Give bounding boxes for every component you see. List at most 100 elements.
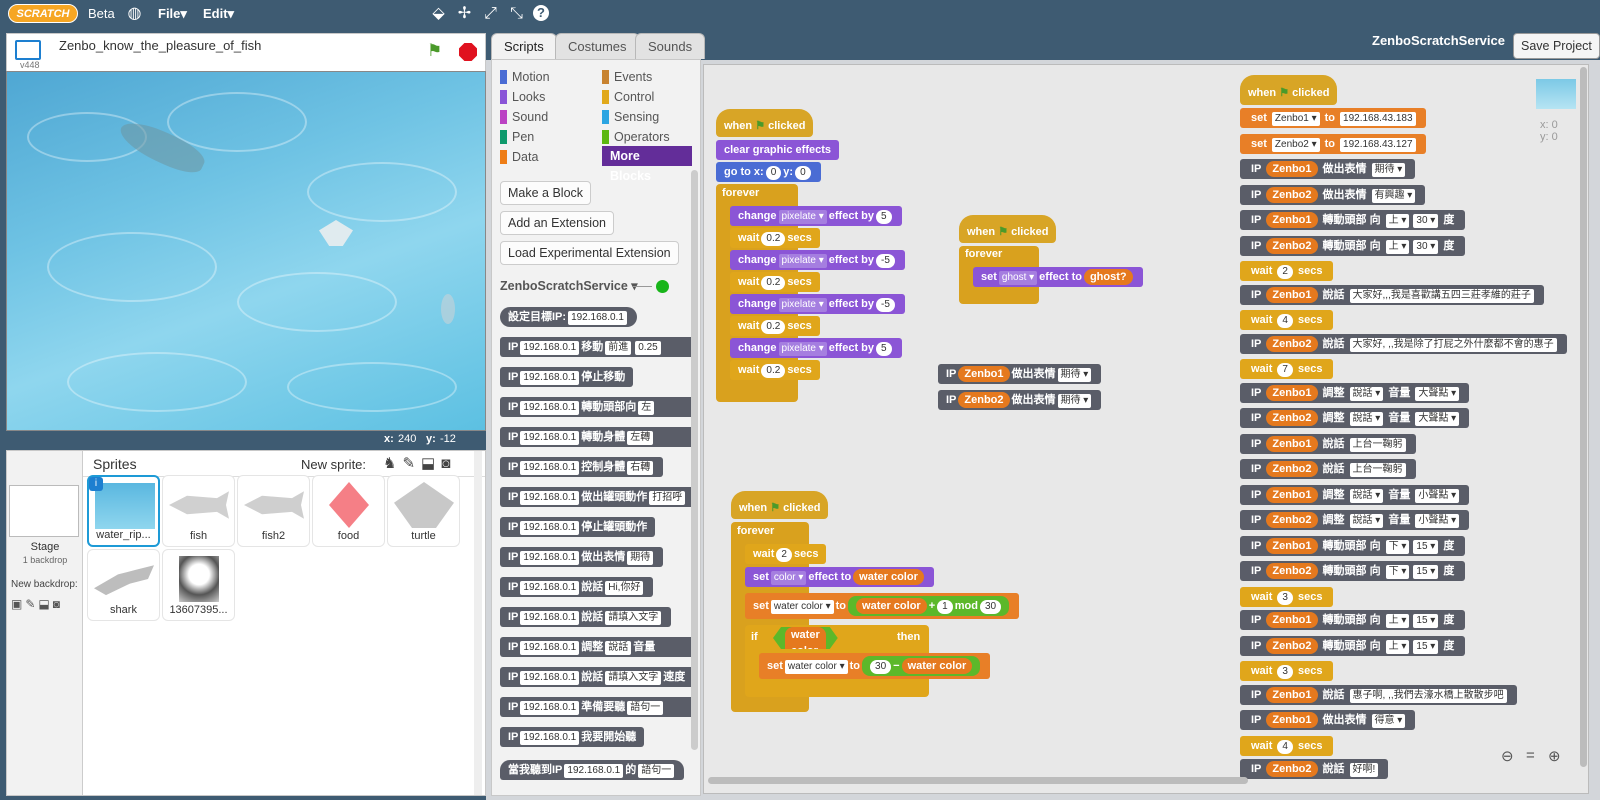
sprite-fish[interactable]: fish [162,475,235,547]
turtle-sprite[interactable] [319,220,353,246]
zenbo-command-block[interactable]: IP Zenbo2 轉動頭部 向下 ▾ 15 ▾ 度 [1240,561,1466,581]
category-motion[interactable]: Motion [500,68,550,86]
sprite-food[interactable]: food [312,475,385,547]
wait-block[interactable]: wait 0.2 secs [730,360,820,380]
set-ghost-effect-block[interactable]: set ghost ▾ effect to ghost? [973,267,1143,287]
turn-head-block[interactable]: IP 192.168.0.1 轉動頭部向左 [500,397,694,417]
green-flag-icon[interactable]: ⚑ [427,42,445,60]
sprite-water-ripple[interactable]: i water_rip... [87,475,160,547]
zenbo-command-block[interactable]: IP Zenbo1 說話 上台一鞠躬 [1240,433,1416,454]
wait-block[interactable]: wait 3 secs [1240,661,1334,681]
save-project-button[interactable]: Save Project [1513,33,1600,59]
set-variable-block[interactable]: set Zenbo1 ▾ to 192.168.43.183 [1240,108,1426,128]
zenbo-command-block[interactable]: IP Zenbo1 轉動頭部 向下 ▾ 15 ▾ 度 [1240,535,1466,556]
zenbo-command-block[interactable]: IP Zenbo2 轉動頭部 向上 ▾ 15 ▾ 度 [1240,635,1466,656]
expression-block[interactable]: IP 192.168.0.1 做出表情 期待 [500,547,664,567]
stage-thumbnail[interactable] [9,485,79,537]
prepare-listen-block[interactable]: IP 192.168.0.1 準備要聽 語句一 [500,697,694,717]
wait-block[interactable]: wait 3 secs [1240,586,1334,607]
wait-block[interactable]: wait 2 secs [745,544,827,564]
category-sensing[interactable]: Sensing [602,108,659,126]
zenbo-command-block[interactable]: IP Zenbo2 轉動頭部 向上 ▾ 30 ▾ 度 [1240,235,1466,256]
delete-icon[interactable]: ✢ [455,4,474,23]
category-looks[interactable]: Looks [500,88,545,106]
move-block[interactable]: IP 192.168.0.1 移動 前進 0.25 [500,337,694,357]
edit-menu[interactable]: Edit▾ [203,0,234,27]
clear-effects-block[interactable]: clear graphic effects [716,140,839,160]
zenbo-command-block[interactable]: IP Zenbo1 轉動頭部 向上 ▾ 15 ▾ 度 [1240,610,1466,630]
script-area[interactable]: when ⚑ clicked clear graphic effects go … [703,64,1589,794]
globe-icon[interactable]: ◍ [125,4,144,23]
wait-block[interactable]: wait 0.2 secs [730,228,820,248]
expression-zenbo1-block[interactable]: IP Zenbo1 做出表情 期待 ▾ [938,364,1102,384]
speak-block[interactable]: IP 192.168.0.1 說話 Hi,你好 [500,577,654,597]
set-target-ip-block[interactable]: 設定目標IP: 192.168.0.1 [500,307,637,327]
set-water-color-block[interactable]: set water color ▾ to water color +1 mod 30 [745,593,1020,619]
stop-icon[interactable] [459,43,477,61]
change-pixelate-block[interactable]: change pixelate ▾ effect by 5 [730,206,902,226]
zenbo-command-block[interactable]: IP Zenbo1 調整 說話 ▾ 音量 大聲點 ▾ [1240,382,1470,403]
set-water-color-block[interactable]: set water color ▾ to 30− water color [759,653,991,679]
scratch-logo[interactable]: SCRATCH [8,4,78,23]
when-flag-clicked-hat[interactable]: when ⚑ clicked [1240,75,1338,105]
sprite-photo[interactable]: 13607395... [162,549,235,621]
control-body-block[interactable]: IP 192.168.0.1 控制身體 右轉 [500,457,664,477]
speak-speed-block[interactable]: IP 192.168.0.1 說話 請填入文字 速度 [500,667,694,687]
stop-move-block[interactable]: IP 192.168.0.1 停止移動 [500,367,634,387]
sprites-scrollbar[interactable] [474,451,482,795]
zenbo-command-block[interactable]: IP Zenbo1 轉動頭部 向上 ▾ 30 ▾ 度 [1240,210,1466,230]
load-experimental-button[interactable]: Load Experimental Extension [500,241,679,265]
zenbo-command-block[interactable]: IP Zenbo2 做出表情 有興趣 ▾ [1240,184,1426,205]
grow-icon[interactable]: ⤢ [481,4,500,23]
project-title[interactable]: Zenbo_know_the_pleasure_of_fish [59,38,261,53]
set-color-effect-block[interactable]: set color ▾ effect to water color [745,567,934,587]
zenbo-command-block[interactable]: IP Zenbo1 說話 大家好,,,我是喜歡講五四三莊孝維的莊子 [1240,284,1544,305]
script-vscrollbar[interactable] [1580,67,1587,767]
set-variable-block[interactable]: set Zenbo2 ▾ to 192.168.43.127 [1240,133,1426,154]
script-hscrollbar[interactable] [708,777,1248,784]
help-icon[interactable]: ? [533,5,549,21]
wait-block[interactable]: wait 7 secs [1240,359,1334,379]
fish-sprite[interactable] [441,294,455,324]
tab-costumes[interactable]: Costumes [555,33,640,59]
turn-body-block[interactable]: IP 192.168.0.1 轉動身體 左轉 [500,427,694,447]
sprite-fish2[interactable]: fish2 [237,475,310,547]
category-events[interactable]: Events [602,68,652,86]
canned-action-block[interactable]: IP 192.168.0.1 做出罐頭動作 打招呼 [500,487,694,507]
zoom-reset-icon[interactable]: = [1526,747,1535,764]
category-pen[interactable]: Pen [500,128,534,146]
go-to-xy-block[interactable]: go to x: 0 y: 0 [716,162,821,182]
when-flag-clicked-hat[interactable]: when ⚑ clicked [731,491,829,519]
extension-name[interactable]: ZenboScratchService ▾ [500,278,638,293]
tab-sounds[interactable]: Sounds [635,33,706,59]
file-menu[interactable]: File▾ [158,0,187,27]
wait-block[interactable]: wait 0.2 secs [730,272,820,292]
change-pixelate-block[interactable]: change pixelate ▾ effect by -5 [730,250,905,270]
change-pixelate-block[interactable]: change pixelate ▾ effect by -5 [730,294,905,314]
start-listen-block[interactable]: IP 192.168.0.1 我要開始聽 [500,727,645,747]
zenbo-command-block[interactable]: IP Zenbo1 調整 說話 ▾ 音量 小聲點 ▾ [1240,484,1470,505]
fullscreen-icon[interactable] [15,40,41,60]
greater-than-block[interactable]: water color>14 [773,627,838,649]
change-pixelate-block[interactable]: change pixelate ▾ effect by 5 [730,338,902,358]
zoom-in-icon[interactable]: ⊕ [1548,747,1561,765]
shrink-icon[interactable]: ⤡ [507,4,526,23]
stage-canvas[interactable] [6,71,486,431]
zoom-out-icon[interactable]: ⊖ [1501,747,1514,765]
category-data[interactable]: Data [500,148,538,166]
stop-canned-action-block[interactable]: IP 192.168.0.1 停止罐頭動作 [500,517,656,537]
make-a-block-button[interactable]: Make a Block [500,181,592,205]
wait-block[interactable]: wait 2 secs [1240,261,1334,281]
zenbo-command-block[interactable]: IP Zenbo2 說話 好啊! [1240,759,1389,779]
zenbo-command-block[interactable]: IP Zenbo2 說話 上台一鞠躬 [1240,459,1416,479]
sprite-turtle[interactable]: turtle [387,475,460,547]
backdrop-tools-icon[interactable]: ▣✎⬓◙ [11,597,63,611]
when-flag-clicked-hat[interactable]: when ⚑ clicked [959,215,1057,243]
sprite-shark[interactable]: shark [87,549,160,621]
zenbo-command-block[interactable]: IP Zenbo2 說話 大家好, ,,我是除了打屁之外什麼都不會的惠子 [1240,333,1567,354]
expression-zenbo2-block[interactable]: IP Zenbo2 做出表情 期待 ▾ [938,390,1102,410]
zenbo-command-block[interactable]: IP Zenbo2 調整 說話 ▾ 音量 大聲點 ▾ [1240,408,1470,428]
wait-block[interactable]: wait 0.2 secs [730,316,820,336]
info-icon[interactable]: i [89,477,103,491]
speak-text-block[interactable]: IP 192.168.0.1 說話 請填入文字 [500,607,672,627]
